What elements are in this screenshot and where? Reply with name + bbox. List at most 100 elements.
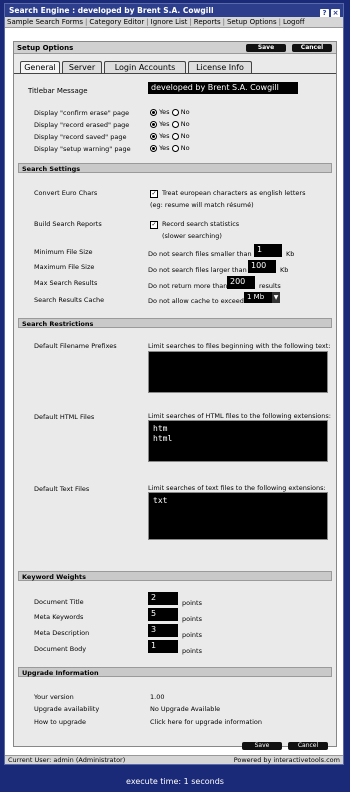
how-to-upgrade-label: How to upgrade [34, 718, 86, 726]
menu-ignore-list[interactable]: Ignore List [151, 18, 188, 26]
build-reports-label: Build Search Reports [34, 220, 102, 228]
menu-bar: Sample Search Forms | Category Editor | Igno… [5, 17, 343, 28]
cancel-button-top[interactable]: Cancel [292, 44, 332, 52]
display-confirm-erase-radios: Yes No [150, 108, 190, 116]
max-file-size-unit: Kb [280, 266, 289, 274]
build-reports-checkbox[interactable]: ✓ [150, 221, 158, 229]
max-results-unit: results [259, 282, 281, 290]
search-restrictions-heading: Search Restrictions [18, 318, 332, 328]
save-button-bottom[interactable]: Save [242, 742, 282, 750]
text-files-label: Default Text Files [34, 485, 90, 493]
euro-chars-note: (eg: resume will match résumé) [150, 201, 254, 209]
weight-document-title-input[interactable]: 2 [148, 592, 178, 605]
tab-content: Titlebar Message developed by Brent S.A.… [14, 73, 336, 750]
text-files-text: Limit searches of text files to the foll… [148, 484, 326, 492]
yes-radio[interactable] [150, 144, 157, 152]
panel-header: Setup Options Save Cancel [14, 42, 336, 54]
titlebar-message-label: Titlebar Message [28, 87, 88, 95]
weight-unit: points [182, 615, 202, 623]
yes-label: Yes [159, 120, 170, 128]
max-results-label: Max Search Results [34, 279, 98, 287]
weight-document-body-input[interactable]: 1 [148, 640, 178, 653]
no-radio[interactable] [171, 108, 179, 116]
cancel-button-bottom[interactable]: Cancel [288, 742, 328, 750]
powered-by-link[interactable]: Powered by interactivetools.com [234, 756, 340, 765]
chevron-down-icon[interactable]: ▼ [272, 292, 280, 303]
euro-chars-text: Treat european characters as english let… [162, 189, 306, 197]
menu-category-editor[interactable]: Category Editor [89, 18, 144, 26]
display-record-saved-radios: Yes No [150, 132, 190, 140]
save-button-top[interactable]: Save [246, 44, 286, 52]
execute-time: execute time: 1 seconds [126, 777, 224, 786]
no-label: No [180, 108, 190, 116]
results-cache-text: Do not allow cache to exceed [148, 297, 244, 305]
window-title: Search Engine : developed by Brent S.A. … [9, 6, 214, 15]
upgrade-info-link[interactable]: Click here for upgrade information [150, 718, 262, 726]
euro-chars-label: Convert Euro Chars [34, 189, 98, 197]
results-cache-label: Search Results Cache [34, 296, 105, 304]
menu-sample-search-forms[interactable]: Sample Search Forms [7, 18, 83, 26]
html-files-textarea[interactable]: htm html [148, 420, 328, 462]
min-file-size-unit: Kb [286, 250, 295, 258]
upgrade-availability-label: Upgrade availability [34, 705, 100, 713]
yes-label: Yes [159, 144, 170, 152]
upgrade-info-heading: Upgrade Information [18, 667, 332, 677]
display-setup-warning-radios: Yes No [150, 144, 190, 152]
no-radio[interactable] [171, 144, 179, 152]
tab-license-info[interactable]: License Info [188, 61, 252, 73]
search-settings-heading: Search Settings [18, 163, 332, 173]
app-window: Search Engine : developed by Brent S.A. … [4, 3, 344, 765]
menu-setup-options[interactable]: Setup Options [227, 18, 277, 26]
build-reports-note: (slower searching) [162, 232, 222, 240]
filename-prefixes-text: Limit searches to files beginning with t… [148, 342, 331, 350]
title-bar: Search Engine : developed by Brent S.A. … [5, 4, 343, 18]
yes-label: Yes [159, 108, 170, 116]
min-file-size-label: Minimum File Size [34, 248, 93, 256]
results-cache-select[interactable]: 1 Mb ▼ [244, 292, 280, 303]
yes-radio[interactable] [150, 120, 157, 128]
weight-meta-keywords-input[interactable]: 5 [148, 608, 178, 621]
html-files-text: Limit searches of HTML files to the foll… [148, 412, 331, 420]
display-record-erased-radios: Yes No [150, 120, 190, 128]
version-value: 1.00 [150, 693, 165, 701]
weight-unit: points [182, 599, 202, 607]
display-record-saved-label: Display "record saved" page [34, 133, 127, 141]
min-file-size-text: Do not search files smaller than [148, 250, 252, 258]
titlebar-message-input[interactable]: developed by Brent S.A. Cowgill [148, 82, 298, 94]
max-file-size-text: Do not search files larger than [148, 266, 247, 274]
display-setup-warning-label: Display "setup warning" page [34, 145, 131, 153]
text-files-textarea[interactable]: txt [148, 492, 328, 540]
yes-radio[interactable] [150, 132, 157, 140]
version-label: Your version [34, 693, 74, 701]
tab-server[interactable]: Server [62, 61, 102, 73]
results-cache-value: 1 Mb [247, 293, 265, 301]
weight-unit: points [182, 647, 202, 655]
no-label: No [180, 132, 190, 140]
keyword-weights-heading: Keyword Weights [18, 571, 332, 581]
filename-prefixes-textarea[interactable] [148, 351, 328, 393]
weight-document-body-label: Document Body [34, 645, 87, 653]
tab-login-accounts[interactable]: Login Accounts [104, 61, 186, 73]
upgrade-availability-value: No Upgrade Available [150, 705, 221, 713]
yes-radio[interactable] [150, 108, 157, 116]
min-file-size-input[interactable]: 1 [254, 244, 282, 257]
weight-meta-description-input[interactable]: 3 [148, 624, 178, 637]
no-label: No [180, 120, 190, 128]
setup-options-panel: Setup Options Save Cancel General Server… [13, 41, 337, 750]
menu-reports[interactable]: Reports [194, 18, 221, 26]
no-radio[interactable] [171, 120, 179, 128]
max-results-input[interactable]: 200 [227, 276, 255, 289]
display-record-erased-label: Display "record erased" page [34, 121, 130, 129]
weight-unit: points [182, 631, 202, 639]
build-reports-text: Record search statistics [162, 220, 240, 228]
weight-meta-keywords-label: Meta Keywords [34, 613, 84, 621]
yes-label: Yes [159, 132, 170, 140]
no-radio[interactable] [171, 132, 179, 140]
euro-chars-checkbox[interactable]: ✓ [150, 190, 158, 198]
display-confirm-erase-label: Display "confirm erase" page [34, 109, 130, 117]
current-user: Current User: admin (Administrator) [8, 756, 126, 764]
html-files-label: Default HTML Files [34, 413, 95, 421]
filename-prefixes-label: Default Filename Prefixes [34, 342, 117, 350]
max-file-size-input[interactable]: 100 [248, 260, 276, 273]
menu-logoff[interactable]: Logoff [283, 18, 305, 26]
